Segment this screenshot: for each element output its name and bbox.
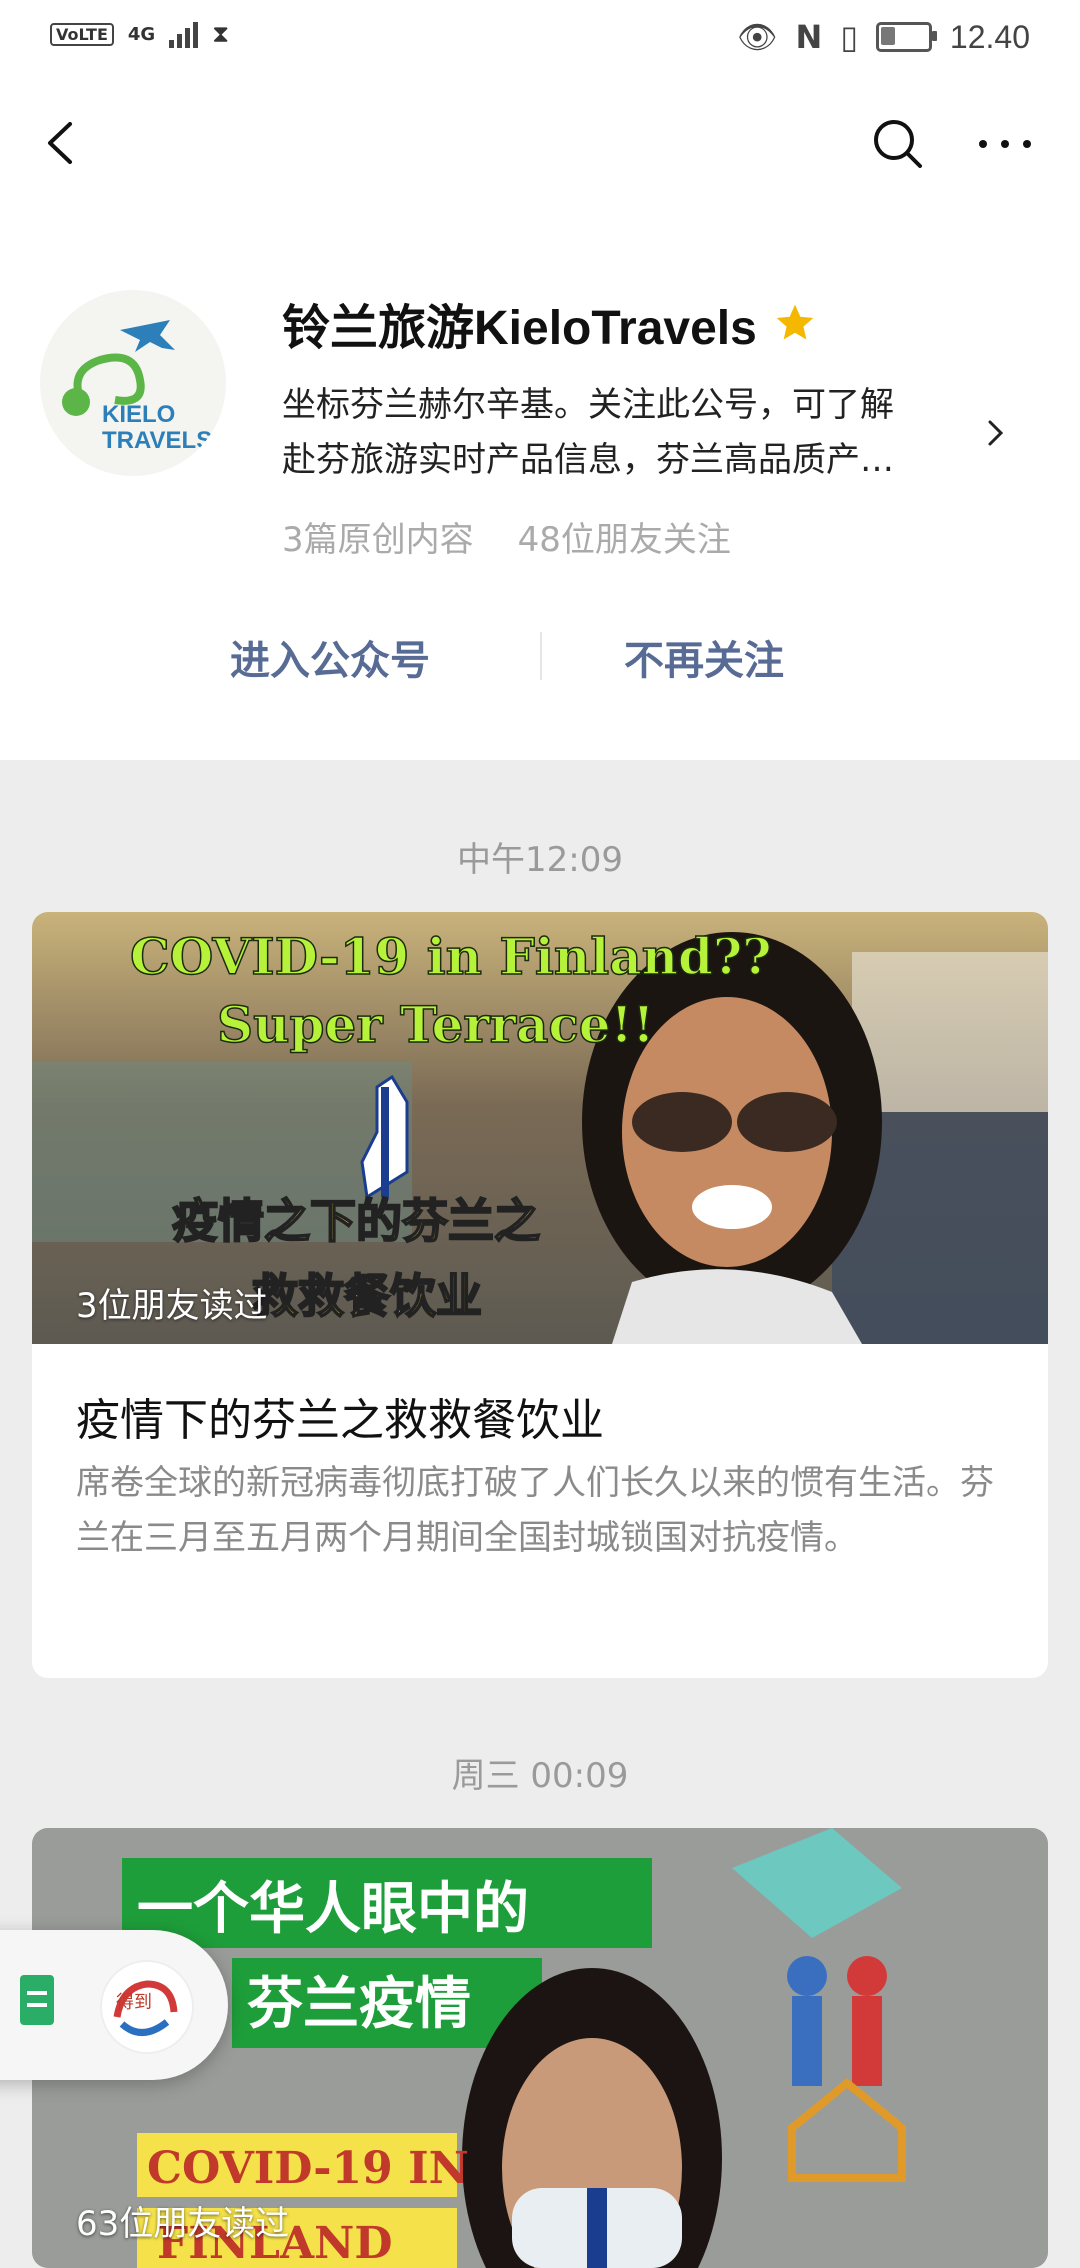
- account-description[interactable]: 坐标芬兰赫尔辛基。关注此公号，可了解 赴芬旅游实时产品信息，芬兰高品质产…: [282, 378, 982, 488]
- kielo-logo: KIELO TRAVELS: [62, 320, 212, 454]
- article-card[interactable]: COVID-19 in Finland?? Super Terrace!! 疫情…: [32, 912, 1048, 1678]
- cover-text-4: 救救餐饮业: [252, 1269, 482, 1323]
- unfollow-button[interactable]: 不再关注: [624, 628, 784, 686]
- chevron-right-icon[interactable]: [985, 418, 1007, 448]
- enter-account-button[interactable]: 进入公众号: [230, 628, 430, 686]
- friends-read-count-2: 63位朋友读过: [76, 2204, 290, 2244]
- search-icon[interactable]: [870, 116, 926, 172]
- app-thumbnail[interactable]: 得到: [100, 1960, 194, 2054]
- article-summary: 席卷全球的新冠病毒彻底打破了人们长久以来的惯有生活。芬兰在三月至五月两个月期间全…: [76, 1463, 994, 1558]
- nfc-icon: N: [795, 18, 823, 56]
- signal-icon: [169, 20, 199, 48]
- article-title[interactable]: 疫情下的芬兰之救救餐饮业: [76, 1384, 604, 1448]
- logo-text-2: TRAVELS: [102, 427, 212, 454]
- app-label: 得到: [116, 1992, 152, 2013]
- account-stats: 3篇原创内容 48位朋友关注: [282, 512, 731, 561]
- account-title: 铃兰旅游KieloTravels: [282, 288, 817, 358]
- network-type: 4G: [127, 23, 156, 45]
- feed-time-2: 周三 00:09: [451, 1756, 629, 1796]
- document-icon[interactable]: [20, 1975, 54, 2025]
- volte-badge: VoLTE: [50, 22, 114, 46]
- vibrate-icon: ▯: [840, 18, 858, 56]
- cover-text-3: 疫情之下的芬兰之: [172, 1194, 540, 1248]
- account-name: 铃兰旅游KieloTravels: [282, 302, 757, 355]
- clock: 12.40: [949, 18, 1030, 55]
- back-icon[interactable]: [38, 118, 88, 168]
- hourglass-icon: ⧗: [212, 20, 230, 48]
- cover2-text-1: 一个华人眼中的: [137, 1877, 529, 1942]
- eye-icon: 👁: [736, 18, 778, 56]
- star-icon: [776, 304, 814, 340]
- cover2-text-2: 芬兰疫情: [247, 1972, 471, 2037]
- status-bar: VoLTE 4G ⧗ 👁 N ▯ 12.40: [0, 0, 1080, 80]
- nav-bar: [0, 100, 1080, 190]
- friends-read-count: 3位朋友读过: [76, 1286, 268, 1326]
- account-avatar[interactable]: KIELO TRAVELS: [40, 290, 226, 476]
- feed-time: 中午12:09: [457, 840, 623, 880]
- action-divider: [540, 632, 542, 680]
- logo-text-1: KIELO: [102, 401, 175, 428]
- cover2-text-3: COVID-19 IN: [147, 2143, 469, 2194]
- cover-text-2: Super Terrace!!: [217, 995, 655, 1054]
- description-line-2: 赴芬旅游实时产品信息，芬兰高品质产…: [282, 440, 894, 480]
- friends-following[interactable]: 48位朋友关注: [518, 512, 731, 561]
- more-icon[interactable]: [975, 132, 1035, 156]
- floating-window[interactable]: 得到: [0, 1930, 228, 2080]
- original-count[interactable]: 3篇原创内容: [282, 512, 474, 561]
- battery-icon: [875, 22, 937, 52]
- description-line-1: 坐标芬兰赫尔辛基。关注此公号，可了解: [282, 385, 894, 425]
- cover-text-1: COVID-19 in Finland??: [130, 927, 772, 986]
- app-logo: 得到: [102, 1962, 192, 2052]
